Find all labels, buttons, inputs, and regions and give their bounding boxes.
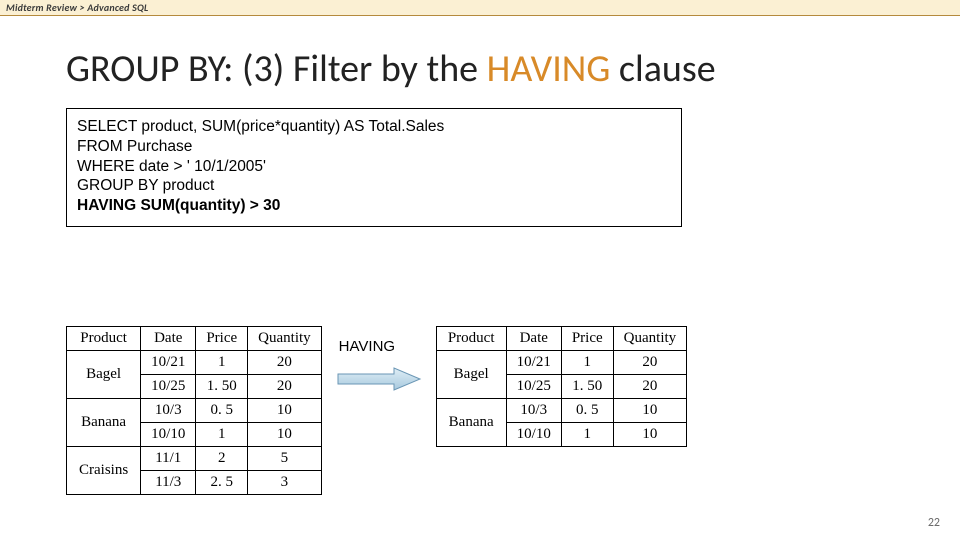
cell-qty: 10 bbox=[248, 423, 322, 447]
cell-qty: 10 bbox=[613, 423, 687, 447]
title-post: clause bbox=[610, 46, 715, 92]
cell-product: Banana bbox=[67, 399, 141, 447]
sql-line-1-text: SELECT product, SUM(price*quantity) AS T… bbox=[77, 118, 444, 135]
tables-area: Product Date Price Quantity Bagel10/2112… bbox=[66, 326, 687, 506]
cell-date: 10/3 bbox=[506, 399, 561, 423]
cell-date: 11/1 bbox=[141, 447, 196, 471]
sql-line-5: HAVING SUM(quantity) > 30 bbox=[77, 196, 671, 216]
cell-date: 10/10 bbox=[141, 423, 196, 447]
table-row: Bagel10/21120 bbox=[67, 351, 322, 375]
cell-date: 10/25 bbox=[506, 375, 561, 399]
cell-qty: 10 bbox=[613, 399, 687, 423]
slide-title: GROUP BY: (3) Filter by the HAVING claus… bbox=[66, 46, 960, 92]
cell-price: 1 bbox=[196, 351, 248, 375]
cell-date: 10/25 bbox=[141, 375, 196, 399]
table-row: Banana10/30. 510 bbox=[436, 399, 686, 423]
cell-product: Banana bbox=[436, 399, 506, 447]
col-date: Date bbox=[506, 327, 561, 351]
col-product: Product bbox=[436, 327, 506, 351]
cell-qty: 20 bbox=[613, 351, 687, 375]
cell-qty: 20 bbox=[248, 351, 322, 375]
cell-price: 1 bbox=[561, 423, 613, 447]
sql-line-1: SELECT product, SUM(price*quantity) AS T… bbox=[77, 117, 671, 137]
table-row: Bagel10/21120 bbox=[436, 351, 686, 375]
output-table: Product Date Price Quantity Bagel10/2112… bbox=[436, 326, 687, 447]
cell-price: 0. 5 bbox=[196, 399, 248, 423]
arrow-column: HAVING bbox=[322, 326, 436, 506]
cell-date: 11/3 bbox=[141, 471, 196, 495]
title-accent: HAVING bbox=[487, 46, 611, 92]
table-row: Banana10/30. 510 bbox=[67, 399, 322, 423]
cell-qty: 5 bbox=[248, 447, 322, 471]
sql-line-4: GROUP BY product bbox=[77, 176, 671, 196]
title-pre: GROUP BY: (3) Filter by the bbox=[66, 46, 487, 92]
sql-code-box: SELECT product, SUM(price*quantity) AS T… bbox=[66, 108, 682, 227]
col-price: Price bbox=[561, 327, 613, 351]
cell-price: 2 bbox=[196, 447, 248, 471]
col-qty: Quantity bbox=[613, 327, 687, 351]
cell-price: 0. 5 bbox=[561, 399, 613, 423]
cell-product: Craisins bbox=[67, 447, 141, 495]
col-product: Product bbox=[67, 327, 141, 351]
cell-date: 10/21 bbox=[141, 351, 196, 375]
cell-price: 1 bbox=[561, 351, 613, 375]
cell-product: Bagel bbox=[436, 351, 506, 399]
input-table: Product Date Price Quantity Bagel10/2112… bbox=[66, 326, 322, 495]
breadcrumb: Midterm Review > Advanced SQL bbox=[0, 0, 960, 16]
cell-date: 10/21 bbox=[506, 351, 561, 375]
cell-qty: 3 bbox=[248, 471, 322, 495]
arrow-right-icon bbox=[336, 366, 422, 392]
cell-date: 10/10 bbox=[506, 423, 561, 447]
having-label: HAVING bbox=[339, 338, 395, 355]
page-number: 22 bbox=[928, 516, 940, 530]
col-date: Date bbox=[141, 327, 196, 351]
cell-date: 10/3 bbox=[141, 399, 196, 423]
sql-line-2: FROM Purchase bbox=[77, 137, 671, 157]
cell-price: 1. 50 bbox=[196, 375, 248, 399]
cell-product: Bagel bbox=[67, 351, 141, 399]
cell-qty: 10 bbox=[248, 399, 322, 423]
col-price: Price bbox=[196, 327, 248, 351]
col-qty: Quantity bbox=[248, 327, 322, 351]
cell-qty: 20 bbox=[248, 375, 322, 399]
cell-price: 1. 50 bbox=[561, 375, 613, 399]
sql-line-3: WHERE date > ' 10/1/2005' bbox=[77, 157, 671, 177]
cell-price: 2. 5 bbox=[196, 471, 248, 495]
cell-price: 1 bbox=[196, 423, 248, 447]
cell-qty: 20 bbox=[613, 375, 687, 399]
table-row: Craisins11/125 bbox=[67, 447, 322, 471]
